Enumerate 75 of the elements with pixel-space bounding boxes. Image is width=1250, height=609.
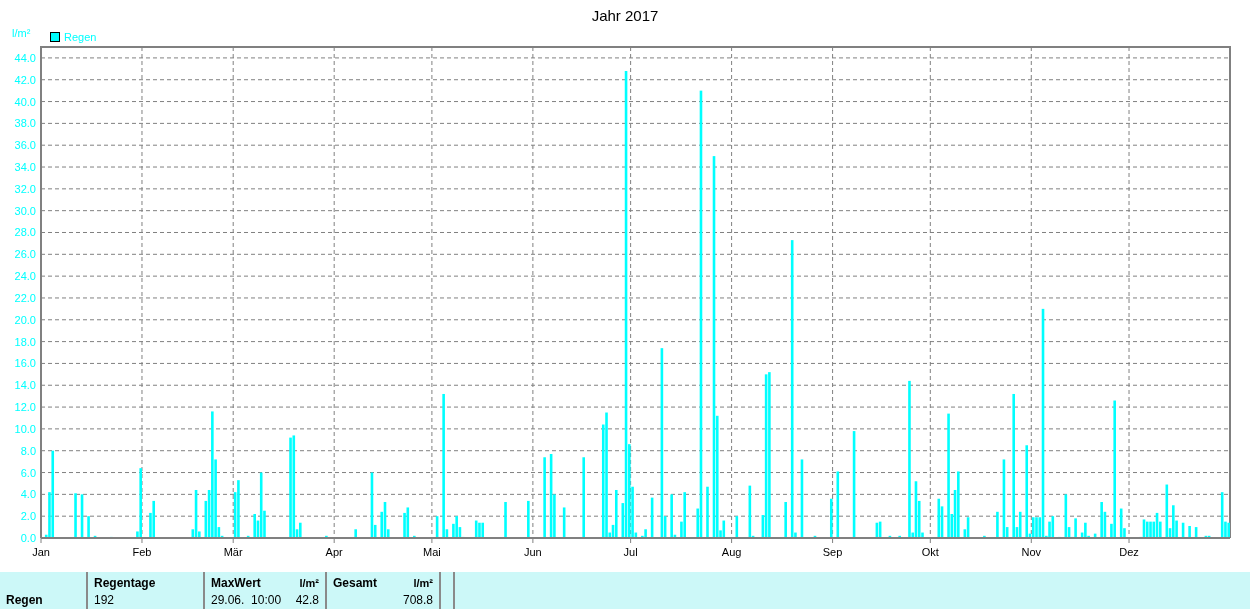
y-tick-label: 36.0 — [14, 139, 36, 152]
y-tick-label: 4.0 — [20, 488, 36, 501]
rain-bar — [898, 535, 901, 538]
rain-bar — [246, 535, 250, 538]
y-tick-label: 30.0 — [14, 204, 36, 217]
y-tick-label: 22.0 — [14, 291, 36, 304]
table-cell: 708.8 — [402, 592, 433, 609]
rain-bar — [325, 535, 328, 538]
rain-bar — [562, 507, 566, 538]
y-tick-label: 44.0 — [14, 51, 36, 64]
rain-bar — [650, 497, 654, 538]
y-tick-label: 10.0 — [14, 422, 36, 435]
rain-bar — [830, 498, 833, 538]
rain-bar — [413, 535, 416, 538]
rain-bar — [706, 486, 709, 538]
y-tick-label: 6.0 — [20, 466, 36, 479]
y-tick-label: 42.0 — [14, 73, 36, 86]
rain-bar — [888, 535, 892, 538]
rain-bar — [1194, 527, 1198, 538]
y-tick-label: 18.0 — [14, 335, 36, 348]
rain-bar — [836, 471, 840, 538]
x-tick-label: Aug — [721, 546, 742, 558]
y-tick-label: 8.0 — [20, 444, 36, 457]
y-axis-unit: l/m² — [12, 27, 31, 39]
x-tick-label: Okt — [921, 546, 939, 558]
rain-bar — [93, 535, 97, 538]
x-tick-label: Jun — [524, 546, 542, 558]
rain-bar — [1093, 533, 1097, 538]
rain-bar — [813, 535, 817, 538]
row-label: Regen — [6, 592, 44, 609]
x-tick-label: Mär — [223, 546, 243, 558]
x-tick-label: Jan — [32, 546, 50, 558]
rain-bar — [435, 516, 439, 538]
unit-label: l/m² — [299, 576, 319, 591]
y-tick-label: 34.0 — [14, 161, 36, 173]
y-tick-label: 26.0 — [14, 248, 36, 261]
rain-bar — [80, 494, 84, 538]
x-tick-label: Feb — [132, 546, 152, 558]
legend-label: Regen — [64, 31, 97, 43]
unit-label: l/m² — [413, 576, 433, 591]
y-tick-label: 12.0 — [14, 401, 36, 414]
y-tick-label: 14.0 — [14, 379, 36, 392]
y-tick-label: 20.0 — [14, 313, 36, 326]
x-tick-label: Sep — [822, 546, 843, 558]
y-tick-label: 38.0 — [14, 117, 36, 130]
x-tick-label: Jul — [623, 546, 638, 558]
rain-bar — [1181, 522, 1185, 538]
column-header: Gesamt — [333, 575, 378, 592]
table-cell: 29.06. 10:00 — [211, 592, 282, 609]
rain-bar — [735, 516, 739, 538]
table-cell: 42.8 — [295, 592, 319, 609]
y-tick-label: 24.0 — [14, 270, 36, 283]
y-tick-label: 40.0 — [14, 95, 36, 108]
x-tick-label: Nov — [1021, 546, 1042, 558]
column-header: Regentage — [94, 575, 156, 592]
y-tick-label: 28.0 — [14, 226, 36, 239]
y-tick-label: 32.0 — [14, 182, 36, 195]
rain-bar — [87, 516, 90, 538]
rain-bar — [1188, 526, 1191, 538]
rain-bar — [527, 500, 530, 538]
table-cell: 192 — [94, 592, 115, 609]
x-tick-label: Mai — [423, 546, 441, 558]
rain-bar — [784, 502, 787, 538]
rain-bar — [983, 535, 986, 538]
chart-title: Jahr 2017 — [591, 7, 659, 24]
y-tick-label: 16.0 — [14, 357, 36, 370]
rain-bar — [354, 529, 357, 538]
column-header: MaxWert — [211, 575, 261, 592]
rain-bar — [74, 493, 77, 538]
y-tick-label: 2.0 — [20, 510, 36, 523]
x-tick-label: Apr — [325, 546, 343, 558]
rain-bar — [504, 502, 507, 538]
rain-bar — [996, 511, 999, 538]
y-tick-label: 0.0 — [20, 532, 36, 544]
x-tick-label: Dez — [1119, 546, 1139, 558]
